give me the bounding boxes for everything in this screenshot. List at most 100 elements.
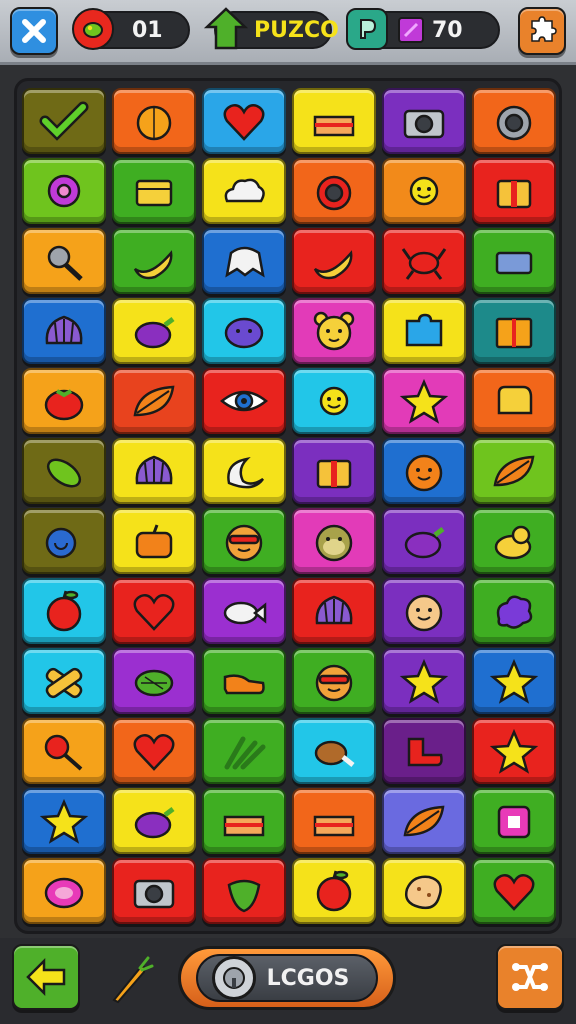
tile-r8-c1[interactable] [22,578,106,644]
tile-r11-c1[interactable] [22,788,106,854]
tile-r3-c6[interactable] [472,228,556,294]
tile-r1-c3[interactable] [202,88,286,154]
tile-r10-c1[interactable] [22,718,106,784]
star-icon [399,658,449,704]
tile-r5-c1[interactable] [22,368,106,434]
tile-r8-c5[interactable] [382,578,466,644]
tile-r12-c4[interactable] [292,858,376,924]
star-icon [489,658,539,704]
tile-r1-c4[interactable] [292,88,376,154]
tile-r3-c3[interactable] [202,228,286,294]
tile-r5-c6[interactable] [472,368,556,434]
tile-r9-c5[interactable] [382,648,466,714]
tile-r8-c4[interactable] [292,578,376,644]
tile-r6-c1[interactable] [22,438,106,504]
tile-r3-c1[interactable] [22,228,106,294]
flower-icon [47,174,81,208]
tile-r12-c6[interactable] [472,858,556,924]
home-badge[interactable] [204,6,248,52]
tile-r11-c3[interactable] [202,788,286,854]
tile-r5-c2[interactable] [112,368,196,434]
tile-r12-c1[interactable] [22,858,106,924]
close-button[interactable] [10,7,58,55]
tile-r4-c1[interactable] [22,298,106,364]
tile-r6-c4[interactable] [292,438,376,504]
tile-r11-c4[interactable] [292,788,376,854]
tile-r12-c5[interactable] [382,858,466,924]
heart-icon [133,734,175,771]
leaf-icon [403,805,445,837]
tile-r2-c5[interactable] [382,158,466,224]
tile-r9-c1[interactable] [22,648,106,714]
tile-r9-c4[interactable] [292,648,376,714]
tile-r12-c3[interactable] [202,858,286,924]
heart-icon [493,874,535,911]
eye-icon [220,390,268,412]
tile-r1-c2[interactable] [112,88,196,154]
tile-r10-c6[interactable] [472,718,556,784]
sunglasses-face-icon [315,664,353,702]
tile-r2-c3[interactable] [202,158,286,224]
tile-r5-c5[interactable] [382,368,466,434]
tile-r10-c3[interactable] [202,718,286,784]
tile-r1-c6[interactable] [472,88,556,154]
tile-r8-c6[interactable] [472,578,556,644]
puzzle-menu-button[interactable] [518,7,566,55]
tile-r1-c1[interactable] [22,88,106,154]
tile-r6-c5[interactable] [382,438,466,504]
dice-icon [497,805,531,839]
tile-r2-c2[interactable] [112,158,196,224]
strawberry-icon [227,879,261,913]
tile-r5-c3[interactable] [202,368,286,434]
apple-icon [316,870,352,912]
grass-icon [224,736,266,770]
tile-r7-c3[interactable] [202,508,286,574]
tile-r10-c2[interactable] [112,718,196,784]
tile-r3-c5[interactable] [382,228,466,294]
snail-icon [45,527,77,559]
dial-icon [223,967,245,989]
tile-r6-c6[interactable] [472,438,556,504]
tile-r10-c4[interactable] [292,718,376,784]
tile-r7-c1[interactable] [22,508,106,574]
tile-r7-c2[interactable] [112,508,196,574]
tile-r4-c2[interactable] [112,298,196,364]
shuffle-button[interactable] [496,944,564,1010]
tile-r2-c4[interactable] [292,158,376,224]
leaf-icon [493,455,535,487]
tile-r8-c3[interactable] [202,578,286,644]
tile-r10-c5[interactable] [382,718,466,784]
tile-r3-c4[interactable] [292,228,376,294]
tile-r1-c5[interactable] [382,88,466,154]
tile-r3-c2[interactable] [112,228,196,294]
tile-r6-c2[interactable] [112,438,196,504]
cake-slice-icon [313,115,355,137]
tile-r8-c2[interactable] [112,578,196,644]
tile-r6-c3[interactable] [202,438,286,504]
sun-face-icon [319,386,349,416]
bear-face-icon [313,311,355,351]
tile-r12-c2[interactable] [112,858,196,924]
orange-face-icon [405,454,443,492]
tile-r4-c5[interactable] [382,298,466,364]
corn-icon [46,458,82,488]
back-button[interactable] [12,944,80,1010]
tile-r11-c2[interactable] [112,788,196,854]
tile-r11-c5[interactable] [382,788,466,854]
tile-r7-c5[interactable] [382,508,466,574]
tile-r9-c2[interactable] [112,648,196,714]
gem-icon [403,22,419,38]
melon-icon [134,669,174,697]
tile-r4-c4[interactable] [292,298,376,364]
tile-r7-c4[interactable] [292,508,376,574]
tile-r9-c6[interactable] [472,648,556,714]
tile-r4-c6[interactable] [472,298,556,364]
tile-r2-c1[interactable] [22,158,106,224]
tile-r7-c6[interactable] [472,508,556,574]
tile-r11-c6[interactable] [472,788,556,854]
tile-r4-c3[interactable] [202,298,286,364]
fish-icon [223,601,267,625]
tile-r5-c4[interactable] [292,368,376,434]
tile-r2-c6[interactable] [472,158,556,224]
tile-r9-c3[interactable] [202,648,286,714]
